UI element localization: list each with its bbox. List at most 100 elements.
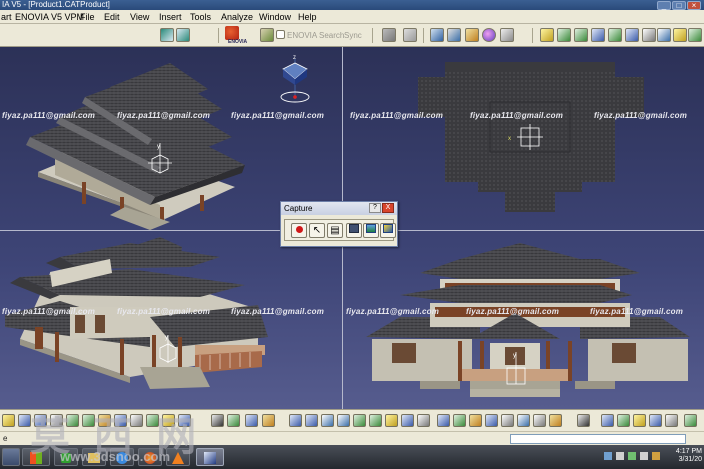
image-icon[interactable]: [363, 223, 379, 238]
product-icon-1[interactable]: [540, 28, 554, 42]
system-tray: [604, 451, 664, 463]
texture-icon[interactable]: [485, 414, 498, 427]
title-bar: IA V5 - [Product1.CATProduct] _ □ ×: [0, 0, 704, 10]
email-watermark: fiyaz.pa111@gmail.com: [2, 111, 96, 120]
select-icon[interactable]: [2, 414, 15, 427]
fly-mode-icon[interactable]: [289, 414, 302, 427]
svg-text:y: y: [513, 353, 516, 359]
material-icon[interactable]: [482, 28, 496, 42]
product-icon-10[interactable]: [688, 28, 702, 42]
close-button[interactable]: ×: [687, 1, 701, 10]
knowledge-icon[interactable]: [649, 414, 662, 427]
select-pointer-icon[interactable]: ↖: [309, 223, 325, 238]
email-watermark: fiyaz.pa111@gmail.com: [117, 307, 211, 316]
capture-title-bar[interactable]: Capture ? X: [281, 202, 397, 215]
minimize-button[interactable]: _: [657, 1, 671, 10]
enovia-logo-icon[interactable]: [225, 26, 239, 40]
product-icon-4[interactable]: [591, 28, 605, 42]
compass-icon[interactable]: z: [280, 55, 310, 103]
record-icon[interactable]: [291, 223, 307, 238]
light-icon[interactable]: [385, 414, 398, 427]
catalog-icon[interactable]: [211, 414, 224, 427]
toolbar-separator: [532, 28, 533, 43]
window-title: IA V5 - [Product1.CATProduct]: [2, 0, 110, 9]
menu-analyze[interactable]: Analyze: [221, 10, 253, 24]
menu-insert[interactable]: Insert: [159, 10, 182, 24]
product-icon-8[interactable]: [657, 28, 671, 42]
zoom-icon[interactable]: [353, 414, 366, 427]
examine-icon[interactable]: [305, 414, 318, 427]
catia-application: IA V5 - [Product1.CATProduct] _ □ × art …: [0, 0, 704, 469]
menu-file[interactable]: File: [80, 10, 95, 24]
cube-view-icon[interactable]: [401, 414, 414, 427]
enovia-tools-icon[interactable]: [260, 28, 274, 42]
vpm-send-icon[interactable]: [160, 28, 174, 42]
move-icon[interactable]: [321, 414, 334, 427]
top-toolbar: ENOVIA ENOVIA Search Sync: [0, 24, 704, 47]
menu-window[interactable]: Window: [259, 10, 291, 24]
layer-icon[interactable]: [453, 414, 466, 427]
email-watermark: fiyaz.pa111@gmail.com: [466, 307, 560, 316]
wireframe-icon[interactable]: [417, 414, 430, 427]
maximize-button[interactable]: □: [672, 1, 686, 10]
command-input[interactable]: [510, 434, 686, 444]
menu-view[interactable]: View: [130, 10, 149, 24]
section-icon[interactable]: [501, 414, 514, 427]
menu-bar: art ENOVIA V5 VPM File Edit View Insert …: [0, 10, 704, 24]
zoom-area-icon[interactable]: [369, 414, 382, 427]
keyboard-icon[interactable]: [577, 414, 590, 427]
product-icon-6[interactable]: [625, 28, 639, 42]
options-icon[interactable]: [500, 28, 514, 42]
menu-tools[interactable]: Tools: [190, 10, 211, 24]
update-icon[interactable]: [245, 414, 258, 427]
render-icon[interactable]: [465, 28, 479, 42]
menu-edit[interactable]: Edit: [104, 10, 120, 24]
macro-icon[interactable]: [665, 414, 678, 427]
svg-text:y: y: [165, 335, 168, 341]
capture-help-button[interactable]: ?: [369, 203, 381, 213]
capture-title: Capture: [284, 204, 313, 213]
product-icon-7[interactable]: [642, 28, 656, 42]
cut-icon[interactable]: [517, 414, 530, 427]
copy-icon[interactable]: [533, 414, 546, 427]
vpm-receive-icon[interactable]: [176, 28, 190, 42]
menu-enovia[interactable]: ENOVIA V5 VPM: [15, 10, 84, 24]
annotation-icon[interactable]: [617, 414, 630, 427]
sketch-icon[interactable]: [601, 414, 614, 427]
capture-options-icon[interactable]: ▤: [327, 223, 343, 238]
product-icon-3[interactable]: [574, 28, 588, 42]
svg-text:y: y: [157, 144, 160, 150]
filter-icon[interactable]: [469, 414, 482, 427]
menu-help[interactable]: Help: [298, 10, 317, 24]
email-watermark: fiyaz.pa111@gmail.com: [594, 111, 688, 120]
start-button[interactable]: [2, 448, 20, 466]
album-icon[interactable]: [346, 223, 362, 238]
product-icon-9[interactable]: [673, 28, 687, 42]
tool-icon[interactable]: [403, 28, 417, 42]
edit-capture-icon[interactable]: [380, 223, 396, 238]
snapshot-icon[interactable]: [382, 28, 396, 42]
capture-dialog[interactable]: Capture ? X ↖ ▤: [280, 201, 398, 247]
capture-close-button[interactable]: X: [382, 203, 394, 213]
menu-start[interactable]: art: [1, 10, 12, 24]
email-watermark: fiyaz.pa111@gmail.com: [590, 307, 684, 316]
site-watermark-url: www.3dsnoo.com: [60, 449, 171, 464]
measure-icon[interactable]: [430, 28, 444, 42]
manipulate-icon[interactable]: [262, 414, 275, 427]
rotate-view-icon[interactable]: [337, 414, 350, 427]
checkbox-icon[interactable]: [276, 30, 285, 39]
clock-date: 3/31/20: [678, 456, 702, 463]
product-icon-2[interactable]: [557, 28, 571, 42]
email-watermark: fiyaz.pa111@gmail.com: [231, 307, 325, 316]
paste-icon[interactable]: [549, 414, 562, 427]
apply-icon[interactable]: [684, 414, 697, 427]
email-watermark: fiyaz.pa111@gmail.com: [231, 111, 325, 120]
cylinder-icon[interactable]: [437, 414, 450, 427]
ghost-label-search: ENOVIA Search: [287, 31, 345, 40]
view-icon[interactable]: [447, 28, 461, 42]
product-icon-5[interactable]: [608, 28, 622, 42]
constraint-icon[interactable]: [227, 414, 240, 427]
clock[interactable]: 4:17 PM 3/31/20: [672, 448, 702, 464]
analysis-icon[interactable]: [633, 414, 646, 427]
house-front-view: y: [366, 243, 690, 397]
